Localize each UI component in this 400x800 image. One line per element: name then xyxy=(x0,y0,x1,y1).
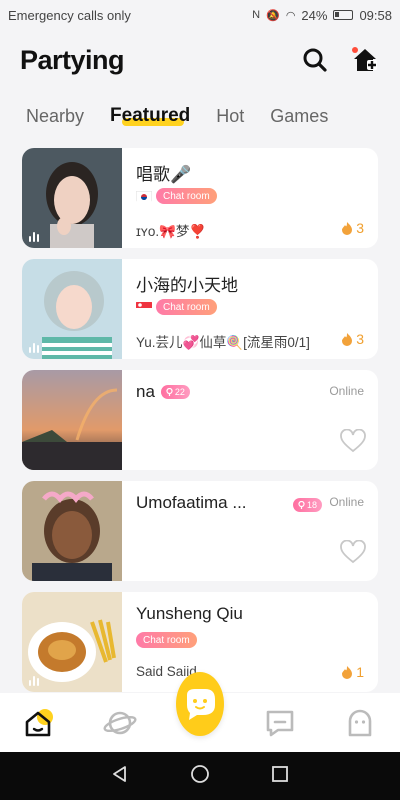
status-icons: N 🔕 ◠ 24% 09:58 xyxy=(252,8,392,23)
home-circle-icon[interactable] xyxy=(190,764,210,789)
list-item[interactable]: 小海的小天地 Chat room Yu.芸儿💞仙草🍭[流星雨0/1] 3 xyxy=(22,259,378,359)
list-item[interactable]: Umofaatima ... 18 Online xyxy=(22,481,378,581)
category-tabs: Nearby Featured Hot Games xyxy=(0,96,400,136)
korea-flag-icon xyxy=(136,190,152,202)
nav-messages-icon[interactable] xyxy=(256,699,304,747)
level-icon xyxy=(166,388,173,396)
home-icon[interactable] xyxy=(350,45,380,75)
avatar xyxy=(22,592,122,692)
tab-nearby[interactable]: Nearby xyxy=(26,106,84,127)
hot-count: 3 xyxy=(341,220,364,236)
room-host: ɪʏᴏ.🎀梦❣️ xyxy=(136,224,207,239)
tab-featured[interactable]: Featured xyxy=(110,105,190,127)
tab-hot[interactable]: Hot xyxy=(216,106,244,127)
room-host: Yu.芸儿💞仙草🍭[流星雨0/1] xyxy=(136,335,310,350)
back-icon[interactable] xyxy=(110,764,130,789)
nav-center-button[interactable] xyxy=(176,671,224,747)
clock: 09:58 xyxy=(359,7,392,23)
system-navigation-bar xyxy=(0,752,400,800)
tab-games[interactable]: Games xyxy=(270,106,328,127)
battery-icon xyxy=(333,10,354,20)
avatar xyxy=(22,259,122,359)
like-heart-icon[interactable] xyxy=(340,539,366,569)
nav-profile-icon[interactable] xyxy=(336,699,384,747)
live-indicator-icon xyxy=(29,343,39,353)
nav-planet-icon[interactable] xyxy=(96,699,144,747)
chat-room-badge: Chat room xyxy=(136,632,197,648)
search-icon[interactable] xyxy=(300,45,330,75)
singapore-flag-icon xyxy=(136,301,152,313)
fire-icon xyxy=(342,222,353,235)
level-badge: 18 xyxy=(292,498,322,512)
nfc-icon: N xyxy=(252,9,261,21)
room-name: 小海的小天地 xyxy=(136,276,238,295)
battery-percent: 24% xyxy=(301,7,328,23)
header-actions xyxy=(300,45,380,75)
room-name: 唱歌🎤 xyxy=(136,165,192,184)
wifi-icon: ◠ xyxy=(285,9,296,22)
bottom-navigation xyxy=(0,671,400,752)
avatar xyxy=(22,481,122,581)
notification-dot xyxy=(352,47,358,53)
chat-bubble-icon[interactable] xyxy=(176,671,224,736)
live-indicator-icon xyxy=(29,676,39,686)
avatar xyxy=(22,148,122,248)
list-item[interactable]: na 22 Online xyxy=(22,370,378,470)
app-title: Partying xyxy=(20,44,125,75)
online-status: Online xyxy=(329,495,364,509)
avatar xyxy=(22,370,122,470)
level-icon xyxy=(298,501,305,509)
status-bar: Emergency calls only N 🔕 ◠ 24% 09:58 xyxy=(0,0,400,30)
nav-home-icon[interactable] xyxy=(16,699,64,747)
level-badge: 22 xyxy=(160,385,190,399)
live-indicator-icon xyxy=(29,232,39,242)
fire-icon xyxy=(342,666,353,679)
online-status: Online xyxy=(329,384,364,398)
chat-room-badge: Chat room xyxy=(156,188,217,204)
app-header: Partying xyxy=(0,30,400,90)
hot-count: 1 xyxy=(341,664,364,680)
hot-count: 3 xyxy=(341,331,364,347)
recents-icon[interactable] xyxy=(270,764,290,789)
carrier-text: Emergency calls only xyxy=(8,7,131,23)
fire-icon xyxy=(342,333,353,346)
room-name: na xyxy=(136,382,155,401)
chat-room-badge: Chat room xyxy=(156,299,217,315)
mute-icon: 🔕 xyxy=(266,9,280,22)
room-name: Umofaatima ... xyxy=(136,493,247,512)
room-name: Yunsheng Qiu xyxy=(136,604,243,623)
room-list: 唱歌🎤 Chat room ɪʏᴏ.🎀梦❣️ 3 小海的小天地 Chat roo… xyxy=(22,148,378,703)
list-item[interactable]: 唱歌🎤 Chat room ɪʏᴏ.🎀梦❣️ 3 xyxy=(22,148,378,248)
like-heart-icon[interactable] xyxy=(340,428,366,458)
